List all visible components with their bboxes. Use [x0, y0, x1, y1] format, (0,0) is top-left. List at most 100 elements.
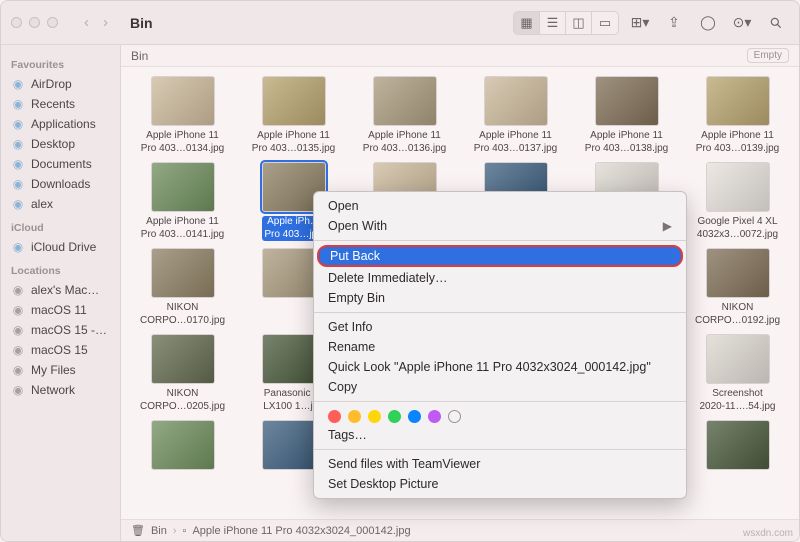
tag-color-dot[interactable] — [368, 410, 381, 423]
menu-item-empty-bin[interactable]: Empty Bin — [314, 288, 686, 308]
sidebar-item-documents[interactable]: ◉ Documents — [5, 154, 116, 174]
file-thumbnail — [596, 77, 658, 125]
context-menu: Open Open With▶ Put Back Delete Immediat… — [313, 191, 687, 499]
sidebar-item-label: Documents — [31, 157, 92, 171]
sidebar-item-label: Downloads — [31, 177, 90, 191]
tag-color-dot[interactable] — [428, 410, 441, 423]
forward-button[interactable]: › — [103, 14, 108, 31]
location-bar: Bin Empty — [121, 45, 799, 67]
menu-item-copy[interactable]: Copy — [314, 377, 686, 397]
back-button[interactable]: ‹ — [84, 14, 89, 31]
file-item[interactable]: NIKONCORPO…0192.jpg — [684, 249, 791, 327]
sidebar-item-alex[interactable]: ◉alex — [5, 194, 116, 214]
file-item[interactable]: Apple iPhone 11Pro 403…0139.jpg — [684, 77, 791, 155]
list-view-button[interactable]: ☰ — [540, 12, 566, 34]
sidebar-item-alex-s-mac-[interactable]: ◉alex's Mac… — [5, 280, 116, 300]
file-label: Apple iPhone 11Pro 403…0134.jpg — [141, 130, 224, 155]
file-thumbnail — [707, 77, 769, 125]
file-item[interactable]: Apple iPhone 11Pro 403…0141.jpg — [129, 163, 236, 241]
file-label: Apple iPhone 11Pro 403…0136.jpg — [363, 130, 446, 155]
tags-button[interactable]: ◯ — [695, 11, 721, 35]
gallery-view-button[interactable]: ▭ — [592, 12, 618, 34]
menu-item-send-teamviewer[interactable]: Send files with TeamViewer — [314, 454, 686, 474]
menu-item-delete-immediately[interactable]: Delete Immediately… — [314, 268, 686, 288]
menu-item-open-with[interactable]: Open With▶ — [314, 216, 686, 236]
file-item[interactable]: Apple iPhone 11Pro 403…0134.jpg — [129, 77, 236, 155]
file-thumbnail — [707, 335, 769, 383]
sidebar-item-macos-15[interactable]: ◉macOS 15 — [5, 340, 116, 360]
sidebar-item-applications[interactable]: ◉Applications — [5, 114, 116, 134]
menu-item-rename[interactable]: Rename — [314, 337, 686, 357]
tag-color-dot[interactable] — [328, 410, 341, 423]
menu-item-open[interactable]: Open — [314, 196, 686, 216]
sidebar-item-label: macOS 15 -… — [31, 323, 107, 337]
downloads-icon: ◉ — [11, 177, 25, 191]
file-item[interactable]: Apple iPhone 11Pro 403…0135.jpg — [240, 77, 347, 155]
menu-item-set-desktop-picture[interactable]: Set Desktop Picture — [314, 474, 686, 494]
file-item[interactable]: NIKONCORPO…0170.jpg — [129, 249, 236, 327]
sidebar-item-icloud-drive[interactable]: ◉iCloud Drive — [5, 237, 116, 257]
sidebar-item-label: macOS 15 — [31, 343, 88, 357]
file-thumbnail — [707, 249, 769, 297]
submenu-arrow-icon: ▶ — [663, 219, 672, 233]
file-item[interactable]: Apple iPhone 11Pro 403…0138.jpg — [573, 77, 680, 155]
search-button[interactable] — [763, 11, 789, 35]
sidebar-item-label: Desktop — [31, 137, 75, 151]
airdrop-icon: ◉ — [11, 77, 25, 91]
window-title: Bin — [130, 15, 153, 31]
file-label: Google Pixel 4 XL4032x3…0072.jpg — [697, 216, 778, 241]
sidebar-item-macos-15-[interactable]: ◉macOS 15 -… — [5, 320, 116, 340]
sidebar-item-label: Recents — [31, 97, 75, 111]
disk-icon: ◉ — [11, 363, 25, 377]
sidebar-item-label: My Files — [31, 363, 76, 377]
file-item[interactable]: Google Pixel 4 XL4032x3…0072.jpg — [684, 163, 791, 241]
documents-icon: ◉ — [11, 157, 25, 171]
sidebar-item-macos-11[interactable]: ◉macOS 11 — [5, 300, 116, 320]
file-label: NIKONCORPO…0192.jpg — [695, 302, 780, 327]
file-item[interactable] — [129, 421, 236, 474]
zoom-window-button[interactable] — [47, 17, 58, 28]
file-label: Apple iPhone 11Pro 403…0135.jpg — [252, 130, 335, 155]
share-button[interactable]: ⇪ — [661, 11, 687, 35]
sidebar-item-label: AirDrop — [31, 77, 72, 91]
icon-view-button[interactable]: ▦ — [514, 12, 540, 34]
file-item[interactable]: Screenshot2020-11….54.jpg — [684, 335, 791, 413]
sidebar-heading-locations: Locations — [5, 257, 116, 280]
menu-item-tags[interactable]: Tags… — [314, 425, 686, 445]
file-thumbnail — [152, 335, 214, 383]
column-view-button[interactable]: ◫ — [566, 12, 592, 34]
image-icon: ▫ — [183, 525, 187, 537]
sidebar-item-airdrop[interactable]: ◉ AirDrop — [5, 74, 116, 94]
empty-bin-button[interactable]: Empty — [747, 48, 789, 63]
file-label: Apple iPhone 11Pro 403…0137.jpg — [474, 130, 557, 155]
sidebar-item-my-files[interactable]: ◉ My Files — [5, 360, 116, 380]
file-item[interactable] — [684, 421, 791, 474]
more-button[interactable]: ⊙▾ — [729, 11, 755, 35]
tag-color-dot[interactable] — [348, 410, 361, 423]
sidebar-item-downloads[interactable]: ◉ Downloads — [5, 174, 116, 194]
apps-icon: ◉ — [11, 117, 25, 131]
file-item[interactable]: NIKONCORPO…0205.jpg — [129, 335, 236, 413]
tag-clear-dot[interactable] — [448, 410, 461, 423]
path-seg-file[interactable]: Apple iPhone 11 Pro 4032x3024_000142.jpg — [192, 525, 410, 537]
finder-window: ‹ › Bin ▦ ☰ ◫ ▭ ⊞▾ ⇪ ◯ ⊙▾ Favourites ◉Ai… — [0, 0, 800, 542]
path-seg-bin[interactable]: Bin — [151, 525, 167, 537]
group-by-button[interactable]: ⊞▾ — [627, 11, 653, 35]
menu-item-get-info[interactable]: Get Info — [314, 317, 686, 337]
file-item[interactable]: Apple iPhone 11Pro 403…0137.jpg — [462, 77, 569, 155]
location-label: Bin — [131, 49, 148, 63]
menu-item-quick-look[interactable]: Quick Look "Apple iPhone 11 Pro 4032x302… — [314, 357, 686, 377]
sidebar-item-desktop[interactable]: ◉ Desktop — [5, 134, 116, 154]
minimize-window-button[interactable] — [29, 17, 40, 28]
cloud-icon: ◉ — [11, 240, 25, 254]
sidebar-item-recents[interactable]: ◉Recents — [5, 94, 116, 114]
desktop-icon: ◉ — [11, 137, 25, 151]
tag-color-dot[interactable] — [388, 410, 401, 423]
tag-color-dot[interactable] — [408, 410, 421, 423]
file-thumbnail — [707, 163, 769, 211]
file-thumbnail — [485, 77, 547, 125]
file-item[interactable]: Apple iPhone 11Pro 403…0136.jpg — [351, 77, 458, 155]
menu-item-put-back[interactable]: Put Back — [317, 245, 683, 267]
sidebar-item-network[interactable]: ◉Network — [5, 380, 116, 400]
close-window-button[interactable] — [11, 17, 22, 28]
